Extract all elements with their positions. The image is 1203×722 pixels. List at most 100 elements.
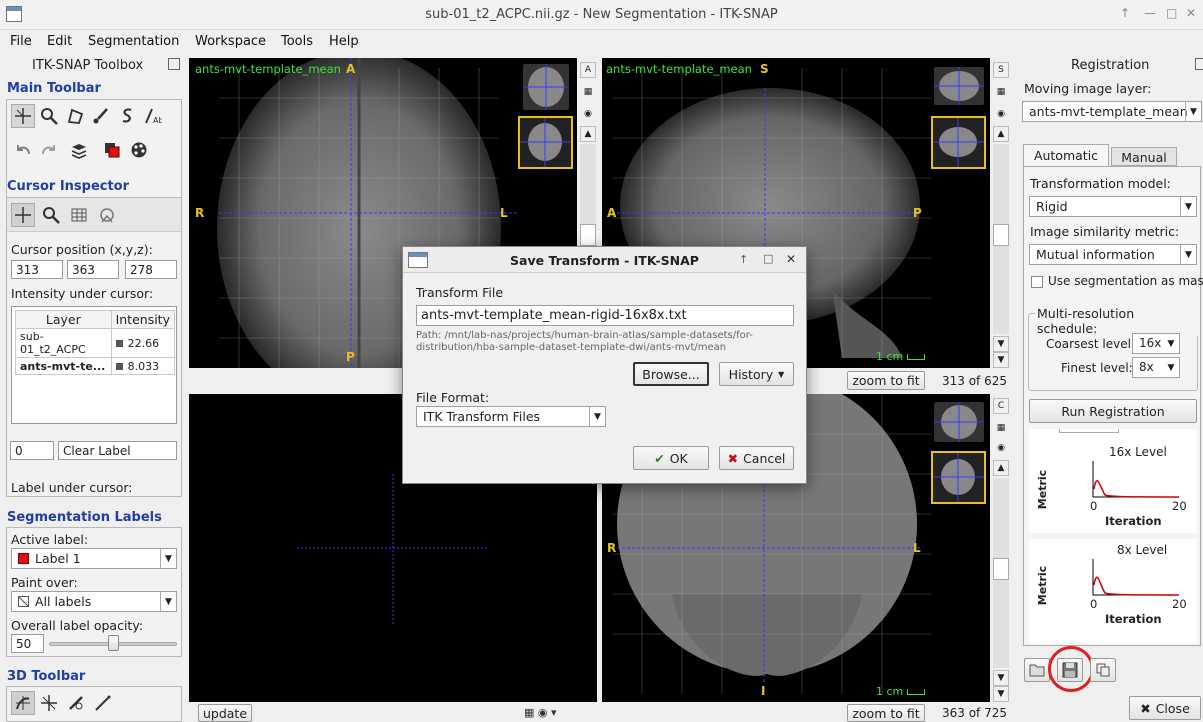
finest-level-select[interactable]: 8x ▼ <box>1132 357 1180 378</box>
crosshair-tool-icon[interactable] <box>11 104 35 128</box>
coronal-mode-icon[interactable]: C <box>993 398 1009 414</box>
sagittal-thumbnail-2[interactable] <box>931 116 986 169</box>
label-color-icon[interactable] <box>100 138 124 162</box>
update-button[interactable]: update <box>198 704 252 722</box>
zoom-to-fit-button-bottom[interactable]: zoom to fit <box>847 704 925 722</box>
sagittal-slice-scrollbar[interactable] <box>993 144 1009 334</box>
menu-tools[interactable]: Tools <box>281 34 313 49</box>
label-name-field[interactable]: Clear Label <box>58 441 177 460</box>
3d-spray-icon[interactable] <box>91 691 115 715</box>
inspector-grid-icon[interactable] <box>67 203 91 227</box>
similarity-metric-select[interactable]: Mutual information ▼ <box>1029 244 1197 265</box>
sagittal-thumbnail-1[interactable] <box>934 67 984 105</box>
moving-layer-select[interactable]: ants-mvt-template_mean ▼ <box>1022 101 1202 122</box>
snake-tool-icon[interactable] <box>115 104 139 128</box>
menu-help[interactable]: Help <box>329 34 359 49</box>
opacity-field[interactable]: 50 <box>11 634 44 653</box>
close-button[interactable]: ✖ Close <box>1129 696 1201 720</box>
run-registration-button[interactable]: Run Registration <box>1029 399 1197 423</box>
annotation-mode-icon[interactable]: A <box>580 62 596 78</box>
copy-transform-icon[interactable] <box>1090 658 1116 682</box>
undo-icon[interactable] <box>11 138 35 162</box>
camera-icon[interactable]: ◉ <box>993 440 1009 456</box>
menu-workspace[interactable]: Workspace <box>195 34 266 49</box>
close-window-icon[interactable]: ✕ <box>1186 6 1196 20</box>
layout-grid-icon[interactable]: ▦ <box>580 84 596 100</box>
menu-segmentation[interactable]: Segmentation <box>88 34 179 49</box>
menu-edit[interactable]: Edit <box>47 34 72 49</box>
table-row[interactable]: sub-01_t2_ACPC 22.66 <box>15 328 176 358</box>
plot-16x-title: 16x Level <box>1109 445 1167 459</box>
paintbrush-tool-icon[interactable] <box>89 104 113 128</box>
zoom-tool-icon[interactable] <box>37 104 61 128</box>
3d-scalpel-icon[interactable] <box>64 691 88 715</box>
axial-thumbnail-1[interactable] <box>523 64 569 110</box>
layout-grid-icon[interactable]: ▦ <box>993 420 1009 436</box>
zoom-to-fit-button[interactable]: zoom to fit <box>847 371 925 390</box>
scroll-up-icon[interactable]: ▲ <box>993 126 1009 142</box>
scroll-down-icon[interactable]: ▼ <box>993 352 1009 368</box>
coarsest-level-select[interactable]: 16x ▼ <box>1132 333 1180 354</box>
axial-top-orientation: A <box>346 62 356 76</box>
coronal-slice-scrollbar[interactable] <box>993 478 1009 668</box>
tab-manual[interactable]: Manual <box>1111 147 1177 166</box>
open-transform-icon[interactable] <box>1024 658 1050 682</box>
layers-icon[interactable] <box>67 138 91 162</box>
keep-above-icon[interactable]: ↑ <box>1120 6 1130 20</box>
paint-over-select[interactable]: All labels ▼ <box>11 591 177 612</box>
use-seg-mask-checkbox[interactable] <box>1031 276 1043 288</box>
layer-cell: sub-01_t2_ACPC <box>15 328 112 358</box>
scroll-up-icon[interactable]: ▲ <box>580 126 596 142</box>
layout-grid-icon[interactable]: ▦ <box>993 84 1009 100</box>
transform-file-input[interactable]: ants-mvt-template_mean-rigid-16x8x.txt <box>416 305 794 326</box>
scroll-up-icon[interactable]: ▲ <box>993 460 1009 476</box>
inspector-sync-icon[interactable] <box>95 203 119 227</box>
undock-icon[interactable] <box>168 58 180 70</box>
transform-model-select[interactable]: Rigid ▼ <box>1029 196 1197 217</box>
scroll-down-icon[interactable]: ▼ <box>993 336 1009 352</box>
table-row[interactable]: ants-mvt-te... 8.033 <box>15 357 176 375</box>
menu-file[interactable]: File <box>10 34 32 49</box>
camera-icon[interactable]: ◉ <box>993 106 1009 122</box>
axial-thumbnail-2[interactable] <box>518 116 573 169</box>
coronal-thumbnail-2[interactable] <box>931 451 986 504</box>
cursor-x-field[interactable]: 313 <box>11 260 63 279</box>
palette-icon[interactable] <box>127 138 151 162</box>
file-format-select[interactable]: ITK Transform Files ▼ <box>416 406 606 427</box>
dialog-close-icon[interactable]: ✕ <box>786 252 796 266</box>
annotation-tool-icon[interactable]: Ab <box>141 104 165 128</box>
3d-view-icons[interactable]: ▦ ◉ ▾ <box>524 706 557 719</box>
coronal-thumbnail-1[interactable] <box>934 402 984 442</box>
camera-icon[interactable]: ◉ <box>580 106 596 122</box>
browse-button[interactable]: Browse... <box>633 362 709 386</box>
scroll-down-icon[interactable]: ▼ <box>993 670 1009 686</box>
transform-path-text: Path: /mnt/lab-nas/projects/human-brain-… <box>416 330 753 353</box>
segmentation-labels-title: Segmentation Labels <box>7 510 162 525</box>
history-button[interactable]: History ▼ <box>719 362 794 386</box>
polygon-tool-icon[interactable] <box>63 104 87 128</box>
3d-crosshair-icon[interactable] <box>37 691 61 715</box>
inspector-zoom-icon[interactable] <box>39 203 63 227</box>
dialog-maximize-icon[interactable]: □ <box>763 252 773 265</box>
3d-rotate-icon[interactable] <box>11 691 35 715</box>
cursor-z-field[interactable]: 278 <box>125 260 177 279</box>
cursor-y-field[interactable]: 363 <box>67 260 119 279</box>
sagittal-mode-icon[interactable]: S <box>993 62 1009 78</box>
chevron-down-icon: ▼ <box>160 592 176 611</box>
minimize-icon[interactable]: — <box>1144 6 1156 20</box>
inspector-cursor-icon[interactable] <box>11 203 35 227</box>
ok-button[interactable]: ✔ OK <box>633 446 709 470</box>
chevron-down-icon: ▼ <box>778 369 785 379</box>
scroll-down-icon[interactable]: ▼ <box>993 686 1009 702</box>
label-id-field[interactable]: 0 <box>10 441 54 460</box>
cancel-button[interactable]: ✖ Cancel <box>719 446 794 470</box>
active-label-select[interactable]: Label 1 ▼ <box>11 548 177 569</box>
tab-automatic[interactable]: Automatic <box>1023 144 1109 166</box>
opacity-slider-handle[interactable] <box>108 635 119 651</box>
redo-icon[interactable] <box>37 138 61 162</box>
axial-left-orientation: R <box>195 206 205 220</box>
close-x-icon: ✖ <box>1140 700 1151 716</box>
dialog-keep-above-icon[interactable]: ↑ <box>739 253 748 266</box>
maximize-icon[interactable]: □ <box>1166 6 1177 20</box>
undock-icon[interactable] <box>1195 58 1203 70</box>
